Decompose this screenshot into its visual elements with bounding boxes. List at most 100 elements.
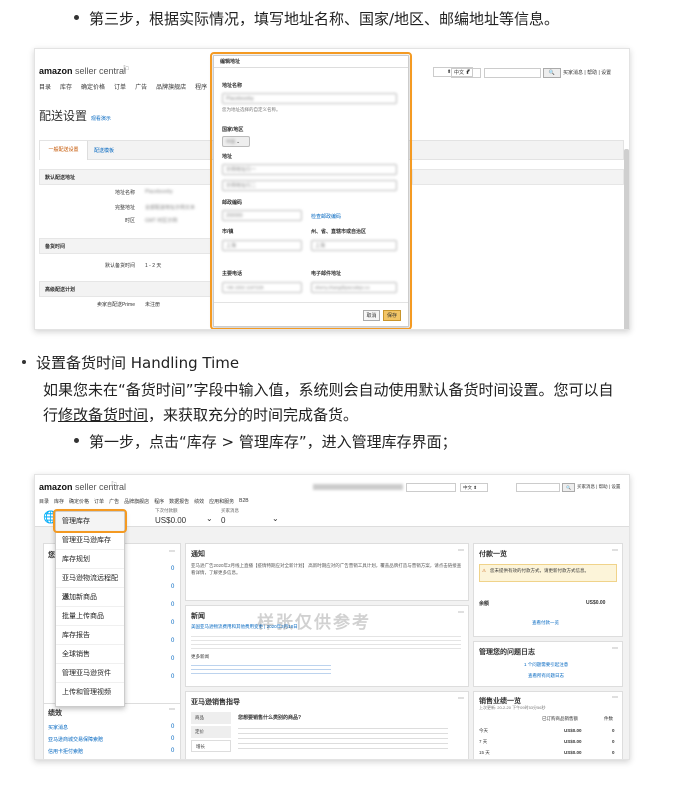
payment-summary-link[interactable]: 查看付款一览 [532,620,559,626]
language-select[interactable]: 中文 ⬍ [460,483,488,492]
search-icon: 🔍 [566,485,571,490]
page-scrollbar[interactable] [624,149,629,329]
left-link-buyer-messages[interactable]: 买家消息 [48,724,68,731]
bullet-icon [74,438,79,443]
bullet-icon [74,15,79,20]
right-header-strip [412,169,624,185]
guide-tab-growth[interactable]: 增长 [191,740,231,752]
payment-note: 您未提供有效的付款方式，请更新付款方式信息。 [490,568,589,573]
main-nav: 目录 库存 确定价格 订单 广告 品牌旗舰店 程序 数据报告 绩效 应用和服务 … [39,498,249,505]
menu-manage-fba-shipments[interactable]: 管理亚马逊货件 [56,664,124,683]
instruction-step1-text: 第一步，点击“库存 > 管理库存”，进入管理库存界面； [89,433,457,451]
handling-time-header: 备货时间 [39,238,211,254]
left-link-atoz[interactable]: 亚马逊商城交易保障索赔 [48,736,103,743]
watch-demo-link[interactable]: 观看演示 [91,116,111,122]
guide-tab-products[interactable]: 商品 [191,712,231,724]
nav-advertising[interactable]: 广告 [109,498,119,505]
page-title: 配送设置 观看演示 [39,109,111,123]
addr-name-value: Placeboorby [145,189,173,195]
sales-row-15d-amount: US$0.00 [564,750,582,755]
nav-programs[interactable]: 程序 [195,82,207,91]
more-icon[interactable]: ⋯ [612,547,618,554]
more-news-label: 更多新闻 [191,654,209,659]
more-icon[interactable]: ⋯ [458,547,464,554]
sales-summary-card: 销售业绩一览 ⋯ 上次更新: 20-2-20 下午09时53分56秒 已订购商品… [473,691,623,759]
nav-inventory[interactable]: 库存 [60,82,72,91]
nav-reports[interactable]: 数据报告 [169,498,189,505]
modify-handling-time-link[interactable]: 修改备货时间 [58,406,148,424]
menu-fba-remote-fulfillment[interactable]: 亚马逊物流远程配送 [56,569,124,601]
nav-inventory[interactable]: 库存 [54,498,64,505]
prime-label: 卖家自配送Prime [96,302,135,308]
nav-stores[interactable]: 品牌旗舰店 [124,498,149,505]
search-input[interactable] [516,483,560,492]
nav-pricing[interactable]: 确定价格 [81,82,105,91]
top-links[interactable]: 买家消息 | 帮助 | 设置 [563,69,611,76]
more-icon[interactable]: ⋯ [612,645,618,652]
search-button[interactable]: 🔍 [543,68,561,78]
search-button[interactable]: 🔍 [562,483,575,492]
more-icon[interactable]: ⋯ [612,694,618,701]
tab-general[interactable]: 一般配送设置 [40,141,88,160]
sales-head-units: 件数 [604,716,613,721]
sales-row-today-label: 今天 [479,728,488,733]
stat1-value: US$0.00 [155,516,187,525]
stat1-chevron-icon[interactable]: ⌄ [206,514,213,523]
addr-full-label: 完整地址 [114,205,135,211]
advanced-shipping-title: 高级配送计划 [45,287,76,293]
notice-title: 通知 [191,551,205,558]
language-select[interactable]: 中文 ⬍ [451,68,481,78]
stat2-chevron-icon[interactable]: ⌄ [272,514,279,523]
search-icon: 🔍 [548,70,556,76]
payment-warning: ⚠ 您未提供有效的付款方式，请更新付款方式信息。 [479,564,617,582]
more-icon[interactable]: ⋯ [169,548,175,555]
menu-upload-videos[interactable]: 上传和管理视频 [56,683,124,702]
news-body-blur [191,633,461,649]
performance-panel-title: 绩效 [48,710,62,717]
more-icon[interactable]: ⋯ [458,609,464,616]
default-address-title: 默认配送地址 [45,175,76,181]
issue-link-attention[interactable]: 1 个问题需要引起注意 [524,662,568,668]
menu-add-product[interactable]: 添加新商品 [56,588,124,607]
nav-catalog[interactable]: 目录 [39,82,51,91]
issue-log-title: 管理您的问题日志 [479,649,535,656]
inventory-menu-screenshot: amazon seller central ⚐ 目录 库存 确定价格 订单 广告… [34,474,630,760]
advanced-shipping-header: 高级配送计划 [39,281,211,297]
search-input[interactable] [484,68,541,78]
menu-bulk-upload[interactable]: 批量上传商品 [56,607,124,626]
nav-orders[interactable]: 订单 [94,498,104,505]
payment-card: 付款一览 ⋯ ⚠ 您未提供有效的付款方式，请更新付款方式信息。 余额 US$0.0… [473,543,623,637]
performance-panel: 绩效 ⋯ 买家消息 亚马逊商城交易保障索赔 信用卡拒付索赔 0 0 0 [43,703,181,759]
handling-time-title: 备货时间 [45,244,66,250]
language-value: 中文 [463,485,472,490]
left-link-chargeback[interactable]: 信用卡拒付索赔 [48,748,83,755]
more-news-links[interactable] [191,662,331,676]
nav-b2b[interactable]: B2B [239,498,248,505]
menu-manage-fba-inventory[interactable]: 管理亚马逊库存 [56,531,124,550]
sales-row-7d-units: 0 [612,739,615,744]
nav-stores[interactable]: 品牌旗舰店 [156,82,186,91]
nav-performance[interactable]: 绩效 [194,498,204,505]
manage-inventory-highlight-box [53,509,127,533]
stat2-label: 买家消息 [221,508,239,513]
nav-pricing[interactable]: 确定价格 [69,498,89,505]
nav-catalog[interactable]: 目录 [39,498,49,505]
flag-icon: ⚐ [110,480,119,490]
menu-global-selling[interactable]: 全球销售 [56,645,124,664]
language-value: 中文 [454,70,465,76]
more-icon[interactable]: ⋯ [458,695,464,702]
nav-apps[interactable]: 应用和服务 [209,498,234,505]
marketplace-select[interactable] [406,483,456,492]
guide-tab-pricing[interactable]: 定价 [191,726,231,738]
top-links[interactable]: 买家消息 | 帮助 | 设置 [577,484,620,490]
more-icon[interactable]: ⋯ [169,706,175,713]
nav-advertising[interactable]: 广告 [135,82,147,91]
menu-inventory-reports[interactable]: 库存报告 [56,626,124,645]
nav-orders[interactable]: 订单 [114,82,126,91]
sales-row-today-amount: US$0.00 [564,728,582,733]
tab-templates[interactable]: 配送模板 [94,147,114,154]
nav-programs[interactable]: 程序 [154,498,164,505]
menu-inventory-planning[interactable]: 库存规划 [56,550,124,569]
issue-link-all[interactable]: 查看所有问题日志 [528,673,564,679]
sales-guide-card: 亚马逊销售指导 ⋯ 商品 定价 增长 您想要销售什么类别的商品? [185,691,469,759]
